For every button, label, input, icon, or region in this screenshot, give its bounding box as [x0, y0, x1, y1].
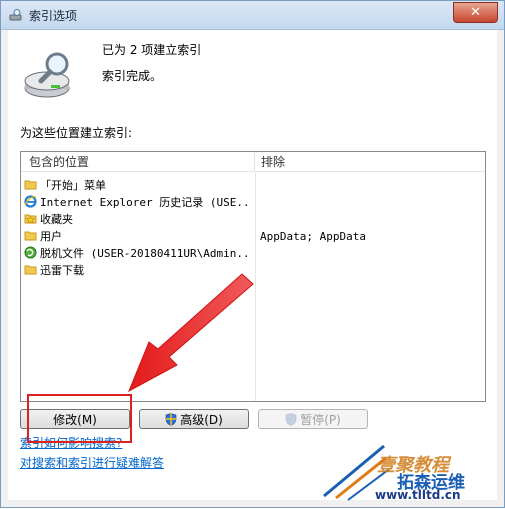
- folder-icon: [24, 265, 37, 275]
- exclude-value: [260, 245, 482, 262]
- advanced-button[interactable]: 高级(D): [139, 409, 249, 429]
- exclude-value: [260, 177, 482, 194]
- table-row[interactable]: Internet Explorer 历史记录 (USE...: [21, 194, 485, 211]
- title-bar[interactable]: 索引选项 ✕: [1, 1, 504, 30]
- favorites-star-icon: [24, 214, 37, 224]
- table-row[interactable]: 用户 AppData; AppData: [21, 228, 485, 245]
- location-name: Internet Explorer 历史记录 (USE...: [40, 196, 252, 209]
- locations-label: 为这些位置建立索引:: [20, 126, 133, 140]
- ie-icon: [24, 195, 37, 208]
- indexing-options-window: 索引选项 ✕ 已为 2 项建立索引 索引完成。 为这些位置建立索引: 包含的位置…: [0, 0, 505, 508]
- uac-shield-icon: [285, 412, 297, 426]
- folder-icon: [24, 180, 37, 190]
- location-name: 「开始」菜单: [40, 179, 106, 192]
- table-row[interactable]: 「开始」菜单: [21, 177, 485, 194]
- indexed-locations-table[interactable]: 包含的位置 排除 「开始」菜单 Internet Explorer 历史记录 (…: [20, 151, 486, 402]
- exclude-value: [260, 262, 482, 279]
- table-row[interactable]: 脱机文件 (USER-20180411UR\Admin...: [21, 245, 485, 262]
- exclude-value: AppData; AppData: [260, 230, 366, 243]
- annotation-highlight-box: [27, 394, 132, 443]
- indexing-drive-icon: [24, 52, 70, 98]
- column-header-exclude[interactable]: 排除: [256, 152, 485, 172]
- column-header-included[interactable]: 包含的位置: [21, 152, 255, 172]
- window-title: 索引选项: [29, 9, 78, 23]
- search-index-icon: [9, 9, 22, 21]
- advanced-button-label: 高级(D): [180, 412, 223, 427]
- location-name: 脱机文件 (USER-20180411UR\Admin...: [40, 247, 252, 260]
- indexed-count-text: 已为 2 项建立索引: [102, 43, 202, 57]
- close-icon: ✕: [470, 5, 481, 20]
- folder-icon: [24, 231, 37, 241]
- close-button[interactable]: ✕: [453, 2, 498, 23]
- offline-files-icon: [24, 246, 37, 259]
- pause-button-label: 暂停(P): [300, 412, 341, 427]
- table-row[interactable]: 迅雷下载: [21, 262, 485, 279]
- uac-shield-icon: [165, 412, 177, 426]
- location-name: 用户: [40, 230, 62, 243]
- index-status-text: 索引完成。: [102, 69, 163, 83]
- exclude-value: [260, 194, 482, 211]
- watermark-url: www.tlltd.cn: [375, 488, 461, 502]
- location-name: 收藏夹: [40, 213, 73, 226]
- table-row[interactable]: 收藏夹: [21, 211, 485, 228]
- location-name: 迅雷下载: [40, 264, 84, 277]
- troubleshoot-search-link[interactable]: 对搜索和索引进行疑难解答: [20, 454, 164, 471]
- exclude-value: [260, 211, 482, 228]
